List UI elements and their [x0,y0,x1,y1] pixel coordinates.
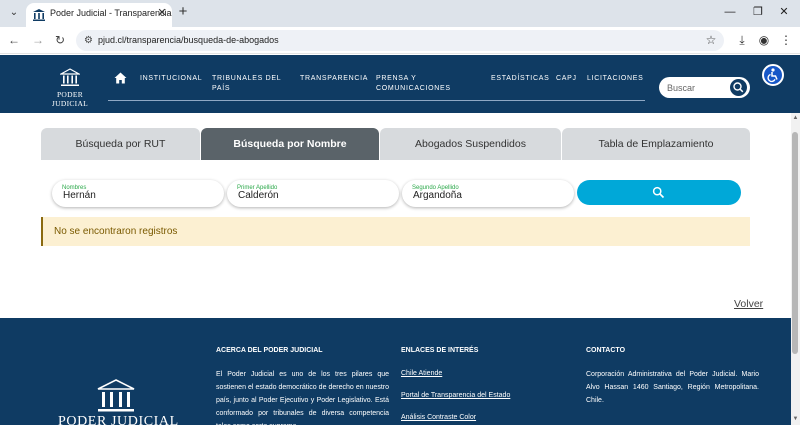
site-search [659,77,750,98]
tab-title: Poder Judicial - Transparencia [50,8,172,18]
nav-tribunales[interactable]: TRIBUNALES DEL PAÍS [212,74,281,94]
new-tab-icon[interactable]: + [176,4,190,19]
alert-message: No se encontraron registros [54,226,178,237]
download-icon[interactable]: ⤓ [734,32,750,48]
volver-link[interactable]: Volver [734,298,763,310]
scroll-down-icon[interactable]: ▼ [792,416,799,423]
nombres-field: Nombres [52,180,224,207]
close-window-icon[interactable]: ✕ [776,5,792,19]
back-arrow-icon[interactable]: ← [6,32,22,48]
nombres-input[interactable] [63,188,213,202]
browser-toolbar: ← → ↻ ⚙ pjud.cl/transparencia/busqueda-d… [0,27,800,54]
link-portal-transparencia[interactable]: Portal de Transparencia del Estado [401,392,510,399]
nav-capj[interactable]: CAPJ [556,74,577,84]
nav-licitaciones[interactable]: LICITACIONES [587,74,644,84]
nav-institucional[interactable]: INSTITUCIONAL [140,74,202,84]
tab-search-icon[interactable]: ⌄ [7,6,21,20]
search-submit-button[interactable] [577,180,741,205]
bookmark-star-icon[interactable]: ☆ [704,33,718,47]
primer-apellido-input[interactable] [238,188,388,202]
browser-menu-icon[interactable]: ⋮ [778,32,794,48]
courthouse-footer-icon [97,379,135,412]
scrollbar-thumb[interactable] [792,132,798,354]
nav-transparencia[interactable]: TRANSPARENCIA [300,74,368,84]
segundo-apellido-input[interactable] [413,188,563,202]
site-search-button[interactable] [730,79,747,96]
no-results-alert: No se encontraron registros [41,217,750,246]
footer-logo-text: PODER JUDICIAL [58,414,179,425]
primer-apellido-field: Primer Apellido [227,180,399,207]
scroll-up-icon[interactable]: ▲ [792,115,799,122]
tab-abogados-suspendidos[interactable]: Abogados Suspendidos [380,128,561,160]
footer-contact-text: Corporación Administrativa del Poder Jud… [586,371,759,404]
nav-divider [108,100,645,101]
site-header: PODER JUDICIAL INSTITUCIONAL TRIBUNALES … [0,55,800,113]
nav-prensa[interactable]: PRENSA Y COMUNICACIONES [376,74,451,94]
tab-busqueda-nombre[interactable]: Búsqueda por Nombre [201,128,379,160]
footer-about-heading: ACERCA DEL PODER JUDICIAL [216,347,323,354]
link-analisis-contraste[interactable]: Análisis Contraste Color [401,414,476,421]
footer-about-text: El Poder Judicial es uno de los tres pil… [216,371,389,425]
nav-estadisticas[interactable]: ESTADÍSTICAS [491,74,549,84]
site-search-input[interactable] [667,80,727,95]
poder-judicial-logo[interactable]: PODER JUDICIAL [39,68,101,108]
accessibility-button[interactable] [762,64,784,86]
courthouse-favicon-icon [33,9,45,21]
browser-tab-bar: ⌄ Poder Judicial - Transparencia ✕ + — ❐… [0,0,800,27]
courthouse-logo-icon [60,68,80,86]
segundo-apellido-field: Segundo Apellido [402,180,574,207]
link-chile-atiende[interactable]: Chile Atiende [401,370,442,377]
search-icon [733,82,744,93]
site-info-icon[interactable]: ⚙ [82,34,95,47]
accessibility-icon [767,68,778,83]
close-tab-icon[interactable]: ✕ [155,6,169,20]
tab-tabla-emplazamiento[interactable]: Tabla de Emplazamiento [562,128,750,160]
profile-icon[interactable]: ◉ [756,32,772,48]
reload-icon[interactable]: ↻ [52,32,68,48]
address-bar[interactable]: ⚙ pjud.cl/transparencia/busqueda-de-abog… [76,30,724,51]
restore-icon[interactable]: ❐ [750,5,766,19]
home-icon[interactable] [114,72,127,84]
search-icon [652,186,665,199]
site-footer: PODER JUDICIAL ACERCA DEL PODER JUDICIAL… [0,318,791,425]
forward-arrow-icon[interactable]: → [30,32,46,48]
url-text[interactable]: pjud.cl/transparencia/busqueda-de-abogad… [98,35,279,45]
browser-tab[interactable]: Poder Judicial - Transparencia ✕ [26,3,172,27]
minimize-icon[interactable]: — [722,5,738,19]
footer-links-heading: ENLACES DE INTERÉS [401,347,479,354]
logo-text: PODER JUDICIAL [51,90,89,108]
tab-busqueda-rut[interactable]: Búsqueda por RUT [41,128,200,160]
footer-contact-heading: CONTACTO [586,347,626,354]
